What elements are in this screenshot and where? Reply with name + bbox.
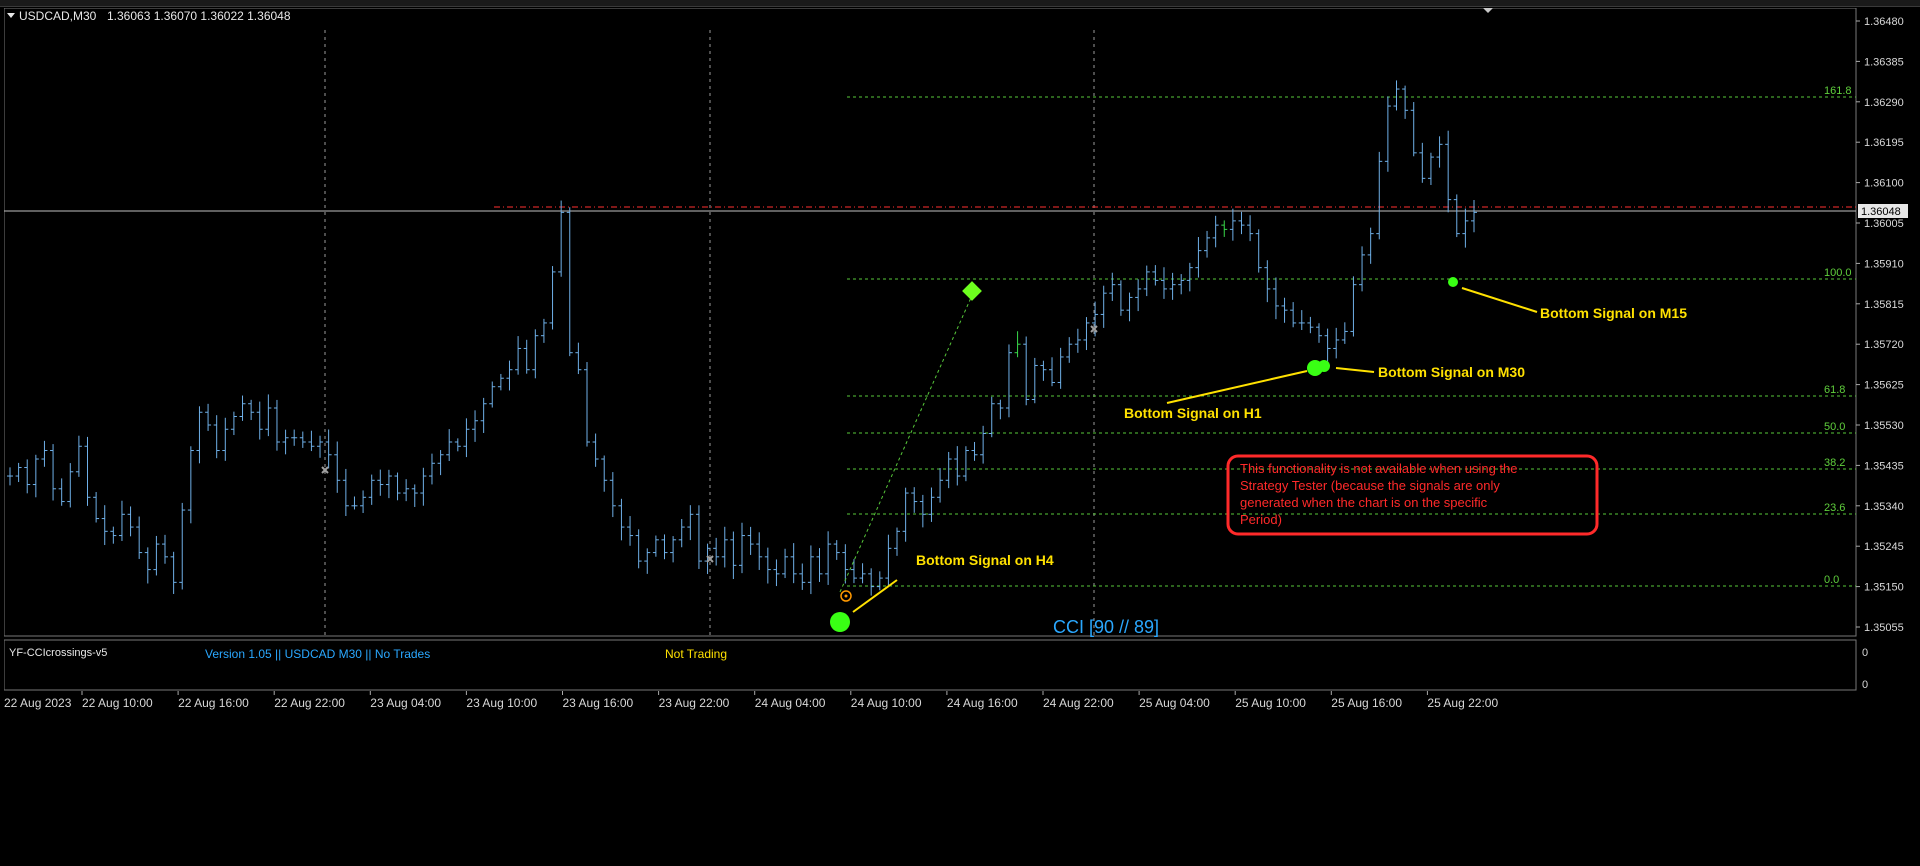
signal-dot-h4 (830, 612, 850, 632)
price-tick-label: 1.36005 (1864, 218, 1904, 230)
price-tick-label: 1.35055 (1864, 622, 1904, 634)
current-price-value: 1.36048 (1861, 206, 1901, 218)
time-tick-label: 25 Aug 16:00 (1331, 696, 1402, 710)
fibo-level-label: 23.6 (1824, 502, 1845, 514)
main-pane-border (4, 8, 1857, 637)
price-tick-label: 1.35625 (1864, 380, 1904, 392)
indicator-axis-top: 0 (1862, 647, 1868, 659)
time-axis: 22 Aug 2023 22 Aug 10:00 22 Aug 16:00 22 Au… (4, 691, 1498, 710)
time-tick-label: 23 Aug 16:00 (563, 696, 634, 710)
warning-line: generated when the chart is on the speci… (1240, 495, 1488, 510)
time-tick-label: 23 Aug 10:00 (466, 696, 537, 710)
indicator-status-text: Not Trading (665, 647, 727, 661)
warning-box: This functionality is not available when… (1226, 454, 1599, 536)
price-tick-label: 1.35815 (1864, 299, 1904, 311)
time-tick-label: 22 Aug 2023 (4, 696, 72, 710)
time-tick-label: 24 Aug 22:00 (1043, 696, 1114, 710)
price-tick-label: 1.35720 (1864, 339, 1904, 351)
price-tick-label: 1.35245 (1864, 541, 1904, 553)
header-dropdown-icon[interactable] (7, 13, 15, 18)
warning-line: This functionality is not available when… (1240, 461, 1518, 476)
price-tick-label: 1.36100 (1864, 178, 1904, 190)
indicator-name: YF-CCIcrossings-v5 (9, 647, 107, 659)
fibo-level-label: 50.0 (1824, 421, 1845, 433)
time-tick-label: 24 Aug 16:00 (947, 696, 1018, 710)
arrow-h1 (1166, 370, 1308, 404)
arrow-m30 (1335, 367, 1375, 373)
current-price-tag: 1.36048 (1858, 204, 1908, 218)
fibo-level-label: 38.2 (1824, 457, 1845, 469)
time-tick-label: 22 Aug 16:00 (178, 696, 249, 710)
price-tick-label: 1.36385 (1864, 56, 1904, 68)
annotation-m30: Bottom Signal on M30 (1378, 364, 1525, 380)
chart-header: USDCAD,M30 1.36063 1.36070 1.36022 1.360… (7, 8, 1493, 23)
fibo-level-label: 100.0 (1824, 267, 1852, 279)
arrow-h4 (852, 579, 898, 613)
fibo-trend-line[interactable] (839, 290, 975, 593)
signal-dot-m30 (1318, 360, 1330, 372)
time-tick-label: 24 Aug 10:00 (851, 696, 922, 710)
price-tick-label: 1.36290 (1864, 97, 1904, 109)
indicator-axis-bottom: 0 (1862, 679, 1868, 691)
time-tick-label: 23 Aug 22:00 (659, 696, 730, 710)
price-tick-label: 1.35435 (1864, 460, 1904, 472)
arrow-m15 (1461, 287, 1538, 313)
fibo-level-label: 161.8 (1824, 85, 1852, 97)
price-tick-label: 1.35150 (1864, 582, 1904, 594)
mt4-chart-window: 161.8 100.0 61.8 50.0 38.2 23.6 0.0 Bott… (0, 0, 1920, 866)
chart-frame[interactable]: 161.8 100.0 61.8 50.0 38.2 23.6 0.0 Bott… (4, 8, 1920, 863)
chart-canvas[interactable]: 161.8 100.0 61.8 50.0 38.2 23.6 0.0 Bottom Sig… (4, 8, 1920, 863)
price-tick-label: 1.35340 (1864, 501, 1904, 513)
indicator-version-text: Version 1.05 || USDCAD M30 || No Trades (205, 647, 430, 661)
price-tick-label: 1.36195 (1864, 137, 1904, 149)
time-tick-label: 25 Aug 10:00 (1235, 696, 1306, 710)
time-tick-label: 24 Aug 04:00 (755, 696, 826, 710)
signal-dot-m15 (1448, 277, 1458, 287)
annotation-m15: Bottom Signal on M15 (1540, 305, 1687, 321)
price-axis: 1.36480 1.36385 1.36290 1.36195 1.36100 1.360… (1856, 16, 1904, 634)
annotation-h4: Bottom Signal on H4 (916, 552, 1054, 568)
price-tick-label: 1.36480 (1864, 16, 1904, 28)
shift-marker-icon[interactable] (1483, 8, 1493, 13)
time-tick-label: 25 Aug 04:00 (1139, 696, 1210, 710)
price-tick-label: 1.35530 (1864, 420, 1904, 432)
symbol-label: USDCAD,M30 (19, 9, 97, 23)
time-tick-label: 22 Aug 22:00 (274, 696, 345, 710)
time-tick-label: 23 Aug 04:00 (370, 696, 441, 710)
fibo-level-label: 0.0 (1824, 574, 1839, 586)
ohlc-values: 1.36063 1.36070 1.36022 1.36048 (107, 9, 291, 23)
top-diamond-marker (962, 281, 982, 301)
time-tick-label: 22 Aug 10:00 (82, 696, 153, 710)
warning-line: Period) (1240, 512, 1282, 527)
order-circle-dot (844, 594, 848, 598)
day-separators (324, 30, 1095, 636)
cci-label: CCI [90 // 89] (1053, 617, 1159, 637)
annotation-h1: Bottom Signal on H1 (1124, 405, 1262, 421)
time-tick-label: 25 Aug 22:00 (1427, 696, 1498, 710)
fibonacci-retracement[interactable]: 161.8 100.0 61.8 50.0 38.2 23.6 0.0 (847, 85, 1856, 587)
price-tick-label: 1.35910 (1864, 258, 1904, 270)
fibo-level-label: 61.8 (1824, 384, 1845, 396)
chart-tab-strip[interactable] (0, 0, 1920, 7)
warning-line: Strategy Tester (because the signals are… (1240, 478, 1500, 493)
